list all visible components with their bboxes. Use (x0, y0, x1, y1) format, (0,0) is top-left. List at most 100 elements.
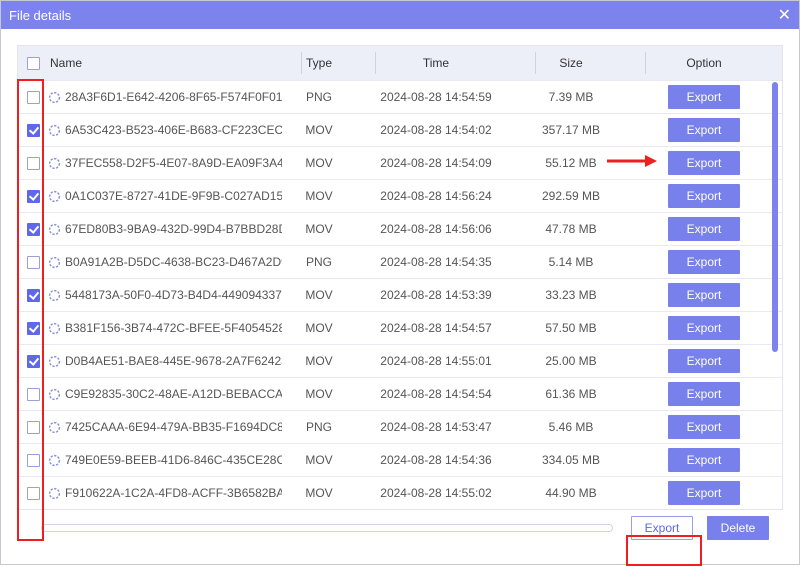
table-row[interactable]: 749E0E59-BEEB-41D6-846C-435CE28CEB5MOV20… (18, 443, 782, 476)
file-type: MOV (282, 486, 356, 500)
export-button[interactable]: Export (631, 516, 693, 540)
col-option-header: Option (626, 56, 782, 70)
row-checkbox[interactable] (27, 124, 40, 137)
file-time: 2024-08-28 14:54:36 (356, 453, 516, 467)
file-table: Name Type Time Size Option 28A3F6D1-E642… (17, 45, 783, 510)
row-checkbox[interactable] (27, 256, 40, 269)
file-icon (48, 487, 61, 500)
table-row[interactable]: 28A3F6D1-E642-4206-8F65-F574F0F01E80.PNG… (18, 80, 782, 113)
delete-button[interactable]: Delete (707, 516, 769, 540)
file-type: MOV (282, 387, 356, 401)
scrollbar-thumb[interactable] (772, 82, 778, 352)
row-export-button[interactable]: Export (668, 184, 740, 208)
close-icon[interactable]: ✕ (771, 5, 791, 25)
file-icon (48, 256, 61, 269)
file-name: D0B4AE51-BAE8-445E-9678-2A7F6242325B (65, 354, 282, 368)
table-row[interactable]: D0B4AE51-BAE8-445E-9678-2A7F6242325BMOV2… (18, 344, 782, 377)
table-header: Name Type Time Size Option (18, 46, 782, 80)
table-row[interactable]: B381F156-3B74-472C-BFEE-5F4054528105MOV2… (18, 311, 782, 344)
row-checkbox[interactable] (27, 190, 40, 203)
col-type-header: Type (282, 56, 356, 70)
file-type: MOV (282, 288, 356, 302)
file-icon (48, 421, 61, 434)
file-name: 6A53C423-B523-406E-B683-CF223CECC71 (65, 123, 282, 137)
file-type: MOV (282, 222, 356, 236)
row-export-button[interactable]: Export (668, 283, 740, 307)
table-row[interactable]: C9E92835-30C2-48AE-A12D-BEBACCA530MOV202… (18, 377, 782, 410)
row-checkbox[interactable] (27, 355, 40, 368)
table-row[interactable]: 6A53C423-B523-406E-B683-CF223CECC71MOV20… (18, 113, 782, 146)
scrollbar[interactable] (772, 46, 778, 506)
col-name-header: Name (50, 56, 82, 70)
file-time: 2024-08-28 14:55:01 (356, 354, 516, 368)
row-export-button[interactable]: Export (668, 250, 740, 274)
file-type: PNG (282, 420, 356, 434)
row-checkbox[interactable] (27, 322, 40, 335)
row-export-button[interactable]: Export (668, 118, 740, 142)
table-row[interactable]: 0A1C037E-8727-41DE-9F9B-C027AD15E0AMOV20… (18, 179, 782, 212)
row-checkbox[interactable] (27, 454, 40, 467)
file-name: F910622A-1C2A-4FD8-ACFF-3B6582BA07B (65, 486, 282, 500)
file-name: 0A1C037E-8727-41DE-9F9B-C027AD15E0A (65, 189, 282, 203)
file-name: B0A91A2B-D5DC-4638-BC23-D467A2D9A (65, 255, 282, 269)
table-row[interactable]: 5448173A-50F0-4D73-B4D4-4490943372A2MOV2… (18, 278, 782, 311)
row-export-button[interactable]: Export (668, 85, 740, 109)
table-row[interactable]: B0A91A2B-D5DC-4638-BC23-D467A2D9APNG2024… (18, 245, 782, 278)
file-time: 2024-08-28 14:56:06 (356, 222, 516, 236)
file-size: 33.23 MB (516, 288, 626, 302)
footer-bar: Export Delete (17, 516, 783, 540)
row-export-button[interactable]: Export (668, 481, 740, 505)
file-size: 357.17 MB (516, 123, 626, 137)
row-export-button[interactable]: Export (668, 415, 740, 439)
file-time: 2024-08-28 14:54:35 (356, 255, 516, 269)
file-icon (48, 190, 61, 203)
col-size-header: Size (516, 56, 626, 70)
row-export-button[interactable]: Export (668, 349, 740, 373)
file-size: 55.12 MB (516, 156, 626, 170)
row-checkbox[interactable] (27, 91, 40, 104)
file-size: 61.36 MB (516, 387, 626, 401)
file-size: 57.50 MB (516, 321, 626, 335)
col-time-header: Time (356, 56, 516, 70)
file-name: 28A3F6D1-E642-4206-8F65-F574F0F01E80. (65, 90, 282, 104)
row-checkbox[interactable] (27, 289, 40, 302)
row-export-button[interactable]: Export (668, 316, 740, 340)
file-time: 2024-08-28 14:53:39 (356, 288, 516, 302)
select-all-checkbox[interactable] (27, 57, 40, 70)
file-time: 2024-08-28 14:53:47 (356, 420, 516, 434)
file-time: 2024-08-28 14:56:24 (356, 189, 516, 203)
row-checkbox[interactable] (27, 388, 40, 401)
file-size: 334.05 MB (516, 453, 626, 467)
table-row[interactable]: F910622A-1C2A-4FD8-ACFF-3B6582BA07BMOV20… (18, 476, 782, 509)
file-time: 2024-08-28 14:55:02 (356, 486, 516, 500)
row-checkbox[interactable] (27, 421, 40, 434)
file-icon (48, 355, 61, 368)
file-icon (48, 289, 61, 302)
row-export-button[interactable]: Export (668, 448, 740, 472)
progress-bar (41, 524, 613, 532)
table-row[interactable]: 37FEC558-D2F5-4E07-8A9D-EA09F3A459FMOV20… (18, 146, 782, 179)
file-time: 2024-08-28 14:54:09 (356, 156, 516, 170)
window-title: File details (9, 8, 771, 23)
row-export-button[interactable]: Export (668, 151, 740, 175)
row-checkbox[interactable] (27, 487, 40, 500)
file-time: 2024-08-28 14:54:57 (356, 321, 516, 335)
row-export-button[interactable]: Export (668, 217, 740, 241)
file-icon (48, 223, 61, 236)
row-checkbox[interactable] (27, 223, 40, 236)
table-row[interactable]: 7425CAAA-6E94-479A-BB35-F1694DC85DPNG202… (18, 410, 782, 443)
file-name: 67ED80B3-9BA9-432D-99D4-B7BBD28D23 (65, 222, 282, 236)
file-name: 7425CAAA-6E94-479A-BB35-F1694DC85D (65, 420, 282, 434)
file-time: 2024-08-28 14:54:54 (356, 387, 516, 401)
file-icon (48, 388, 61, 401)
file-name: 37FEC558-D2F5-4E07-8A9D-EA09F3A459F (65, 156, 282, 170)
row-checkbox[interactable] (27, 157, 40, 170)
file-size: 5.46 MB (516, 420, 626, 434)
file-type: MOV (282, 123, 356, 137)
table-row[interactable]: 67ED80B3-9BA9-432D-99D4-B7BBD28D23MOV202… (18, 212, 782, 245)
file-icon (48, 124, 61, 137)
file-size: 292.59 MB (516, 189, 626, 203)
file-name: 5448173A-50F0-4D73-B4D4-4490943372A2 (65, 288, 282, 302)
file-type: MOV (282, 453, 356, 467)
row-export-button[interactable]: Export (668, 382, 740, 406)
